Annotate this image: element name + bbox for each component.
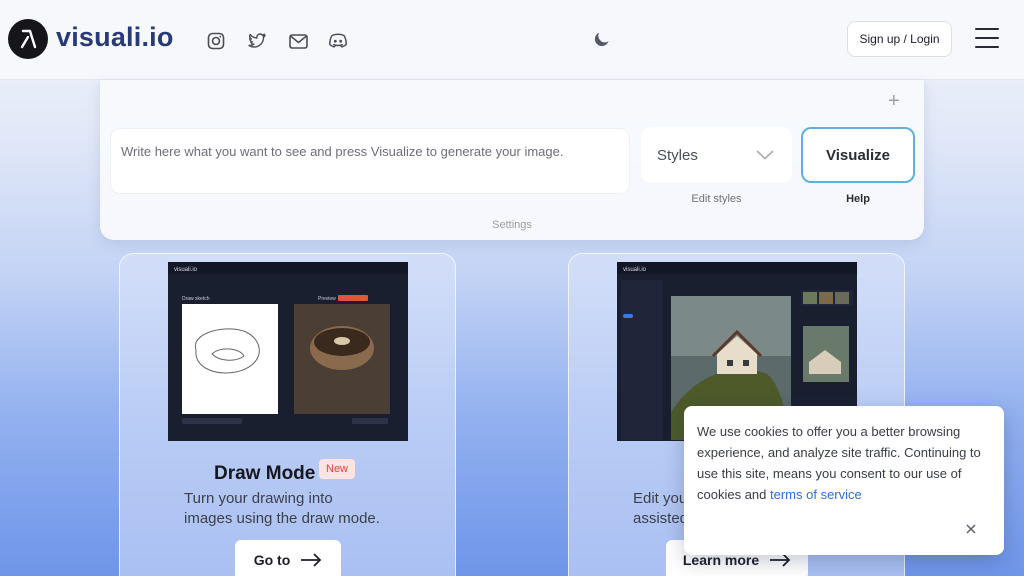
site-header: visuali.io Sign up / Login bbox=[0, 0, 1024, 80]
logo-text[interactable]: visuali.io bbox=[56, 22, 174, 53]
close-icon[interactable] bbox=[965, 520, 977, 534]
logo-icon[interactable] bbox=[8, 19, 48, 59]
card-description: Turn your drawing into images using the … bbox=[184, 490, 380, 527]
svg-text:Preview: Preview bbox=[318, 296, 336, 302]
plus-icon[interactable]: + bbox=[888, 90, 900, 113]
mini-logo: visuali.io bbox=[623, 267, 647, 273]
draw-mode-card: visuali.io Draw sketch Preview Draw Mode… bbox=[119, 253, 456, 576]
goto-draw-mode-button[interactable]: Go to bbox=[235, 540, 341, 576]
signup-login-button[interactable]: Sign up / Login bbox=[847, 21, 952, 57]
arrow-right-icon bbox=[770, 553, 791, 567]
twitter-icon[interactable] bbox=[247, 31, 267, 51]
edit-styles-link[interactable]: Edit styles bbox=[641, 193, 792, 205]
svg-text:Draw sketch: Draw sketch bbox=[182, 296, 210, 302]
button-label: Go to bbox=[253, 552, 291, 568]
chevron-down-icon bbox=[756, 150, 774, 160]
prompt-input[interactable]: Write here what you want to see and pres… bbox=[110, 128, 630, 194]
styles-label: Styles bbox=[657, 146, 698, 164]
terms-of-service-link[interactable]: terms of service bbox=[770, 487, 862, 502]
styles-dropdown[interactable]: Styles bbox=[641, 127, 792, 183]
hamburger-menu-icon[interactable] bbox=[975, 28, 1001, 50]
moon-icon[interactable] bbox=[593, 30, 613, 50]
cookie-banner: We use cookies to offer you a better bro… bbox=[684, 406, 1004, 555]
card-title: Draw Mode bbox=[214, 463, 316, 484]
discord-icon[interactable] bbox=[328, 31, 348, 51]
mini-logo: visuali.io bbox=[174, 267, 198, 273]
mail-icon[interactable] bbox=[288, 31, 308, 51]
visualize-button[interactable]: Visualize bbox=[801, 127, 915, 183]
instagram-icon[interactable] bbox=[206, 31, 226, 51]
draw-mode-screenshot: visuali.io Draw sketch Preview bbox=[168, 262, 408, 441]
settings-link[interactable]: Settings bbox=[100, 219, 924, 231]
help-link[interactable]: Help bbox=[801, 193, 915, 205]
prompt-panel: + Write here what you want to see and pr… bbox=[100, 80, 924, 240]
arrow-right-icon bbox=[301, 553, 322, 567]
new-badge: New bbox=[319, 459, 356, 479]
